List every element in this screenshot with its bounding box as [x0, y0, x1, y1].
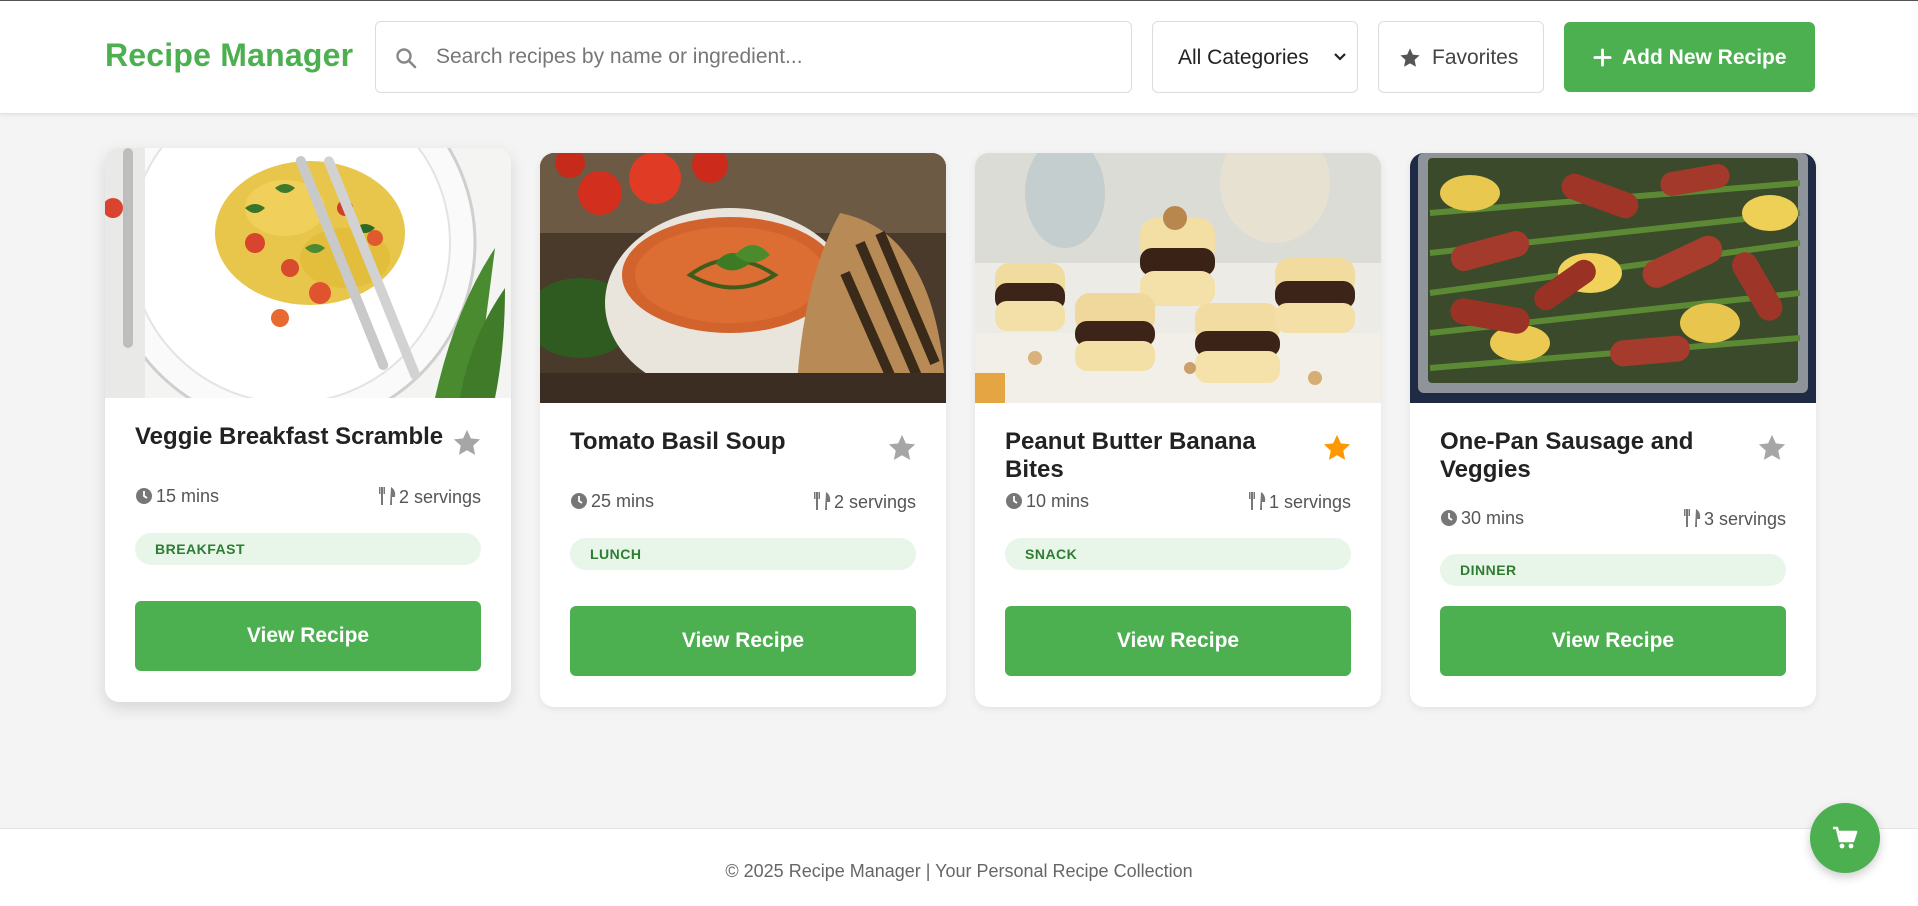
- recipe-photo: [540, 153, 946, 403]
- add-recipe-button[interactable]: Add New Recipe: [1564, 22, 1815, 92]
- view-recipe-button[interactable]: View Recipe: [1005, 606, 1351, 676]
- star-icon: [1400, 48, 1420, 67]
- recipe-title: Peanut Butter Banana Bites: [1005, 428, 1256, 483]
- recipe-time-value: 10 mins: [1026, 491, 1090, 511]
- utensils-icon: [1248, 492, 1266, 510]
- recipe-servings: 2 servings: [813, 491, 916, 513]
- recipe-card: One-Pan Sausage and Veggies 30 mins 3 se…: [1410, 153, 1816, 707]
- recipe-title: Tomato Basil Soup: [570, 428, 786, 455]
- chevron-down-icon: [1334, 53, 1346, 61]
- app-footer: © 2025 Recipe Manager | Your Personal Re…: [0, 828, 1918, 906]
- recipe-time-value: 25 mins: [591, 491, 655, 511]
- clock-icon: [571, 493, 587, 509]
- recipe-meta: 25 mins 2 servings: [570, 491, 916, 515]
- recipe-photo: [105, 148, 511, 398]
- category-tag: DINNER: [1440, 554, 1786, 586]
- category-select-value: All Categories: [1178, 46, 1309, 69]
- recipe-servings-value: 2 servings: [833, 492, 916, 512]
- recipe-servings: 1 servings: [1248, 491, 1351, 513]
- add-recipe-button-label: Add New Recipe: [1622, 46, 1787, 69]
- recipe-title: One-Pan Sausage and Veggies: [1440, 428, 1694, 483]
- category-tag: LUNCH: [570, 538, 916, 570]
- view-recipe-button[interactable]: View Recipe: [570, 606, 916, 676]
- favorite-star-icon[interactable]: [887, 433, 917, 463]
- recipe-card: Veggie Breakfast Scramble 15 mins 2 serv…: [105, 148, 511, 702]
- clock-icon: [136, 488, 152, 504]
- recipe-meta: 15 mins 2 servings: [135, 486, 481, 510]
- app-title: Recipe Manager: [105, 37, 354, 73]
- utensils-icon: [378, 487, 396, 505]
- recipe-title: Veggie Breakfast Scramble: [135, 423, 444, 450]
- recipe-photo: [1410, 153, 1816, 403]
- plus-icon: [1593, 48, 1612, 67]
- recipe-time: 15 mins: [135, 486, 219, 507]
- recipe-time: 30 mins: [1440, 508, 1524, 529]
- recipe-time: 10 mins: [1005, 491, 1089, 512]
- recipe-time-value: 15 mins: [156, 486, 220, 506]
- view-recipe-button[interactable]: View Recipe: [1440, 606, 1786, 676]
- category-tag: SNACK: [1005, 538, 1351, 570]
- recipe-time-value: 30 mins: [1461, 508, 1525, 528]
- favorites-button[interactable]: Favorites: [1378, 21, 1544, 93]
- recipe-servings-value: 2 servings: [398, 487, 481, 507]
- favorites-button-label: Favorites: [1432, 46, 1519, 69]
- clock-icon: [1441, 510, 1457, 526]
- recipe-photo: [975, 153, 1381, 403]
- search-icon: [396, 48, 417, 69]
- clock-icon: [1006, 493, 1022, 509]
- recipe-card: Tomato Basil Soup 25 mins 2 servings LUN…: [540, 153, 946, 707]
- recipe-servings: 3 servings: [1683, 508, 1786, 530]
- recipe-meta: 10 mins 1 servings: [1005, 491, 1351, 515]
- recipe-time: 25 mins: [570, 491, 654, 512]
- favorite-star-icon[interactable]: [452, 428, 482, 458]
- view-recipe-button[interactable]: View Recipe: [135, 601, 481, 671]
- recipe-servings-value: 1 servings: [1268, 492, 1351, 512]
- category-select[interactable]: All Categories: [1152, 21, 1358, 93]
- category-tag: BREAKFAST: [135, 533, 481, 565]
- shopping-cart-button[interactable]: [1810, 803, 1880, 873]
- footer-text: © 2025 Recipe Manager | Your Personal Re…: [725, 861, 1193, 881]
- favorite-star-icon[interactable]: [1757, 433, 1787, 463]
- utensils-icon: [1683, 509, 1701, 527]
- utensils-icon: [813, 492, 831, 510]
- favorite-star-icon-active[interactable]: [1322, 433, 1352, 463]
- recipe-servings: 2 servings: [378, 486, 481, 508]
- search-input[interactable]: [436, 22, 1116, 92]
- shopping-cart-icon: [1833, 826, 1858, 849]
- recipe-servings-value: 3 servings: [1703, 509, 1786, 529]
- app-header: Recipe Manager All Categories Favorites …: [0, 1, 1918, 114]
- recipe-card: Peanut Butter Banana Bites 10 mins 1 ser…: [975, 153, 1381, 707]
- recipe-meta: 30 mins 3 servings: [1440, 508, 1786, 532]
- search-box[interactable]: [375, 21, 1132, 93]
